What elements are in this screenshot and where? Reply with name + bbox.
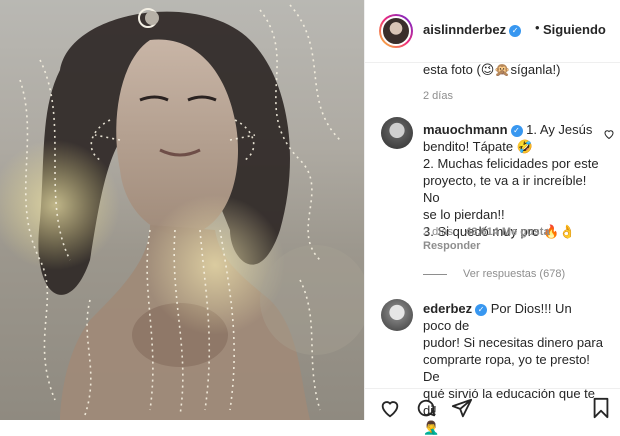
mauochmann-avatar[interactable] <box>381 117 413 149</box>
comment-line: bendito! Tápate 🤣 <box>423 139 533 154</box>
comment-line: 2. Muchas felicidades por este <box>423 156 599 171</box>
reply-button[interactable]: Responder <box>423 240 480 252</box>
author-username[interactable]: aislinnderbez <box>423 22 506 37</box>
mauochmann-username[interactable]: mauochmann <box>423 122 508 137</box>
header-separator: • <box>535 20 540 35</box>
comment-meta: 2 días 43.614 Me gusta <box>423 226 550 238</box>
comment-likes[interactable]: 43.614 Me gusta <box>465 226 549 238</box>
caption-age[interactable]: 2 días <box>423 90 453 102</box>
photo-illustration <box>0 4 364 420</box>
mauochmann-comment: mauochmann ✓ 1. Ay Jesús bendito! Tápate … <box>423 121 603 240</box>
view-replies-button[interactable]: Ver respuestas (678) <box>423 268 565 280</box>
comment-age[interactable]: 2 días <box>423 226 453 238</box>
following-button[interactable]: Siguiendo <box>543 22 606 37</box>
replies-line <box>423 273 447 275</box>
comment-line: pudor! Si necesitas dinero para <box>423 335 603 350</box>
heart-icon[interactable] <box>603 128 615 143</box>
caption-tail: esta foto (😉🙊síganla!) <box>423 62 561 77</box>
comment-line: proyecto, te va a ir increíble! No <box>423 173 587 205</box>
comment-line: 1. Ay Jesús <box>526 122 593 137</box>
post-photo[interactable] <box>0 0 364 420</box>
ederbez-avatar[interactable] <box>381 299 413 331</box>
verified-icon: ✓ <box>475 304 488 316</box>
post-header: aislinnderbez ✓ • Siguiendo <box>365 0 620 63</box>
ederbez-username[interactable]: ederbez <box>423 301 472 316</box>
view-replies-label[interactable]: Ver respuestas (678) <box>463 268 565 280</box>
comment-line: comprarte ropa, yo te presto! De <box>423 352 590 384</box>
comment-line: se lo pierdan!! <box>423 207 505 222</box>
author-username-wrap[interactable]: aislinnderbez ✓ <box>423 22 522 37</box>
comments-panel: aislinnderbez ✓ • Siguiendo esta foto (😉🙊… <box>365 0 620 435</box>
author-avatar[interactable] <box>379 14 413 48</box>
action-bar <box>365 388 620 421</box>
verified-icon: ✓ <box>510 125 523 137</box>
reply-label[interactable]: Responder <box>423 240 480 252</box>
verified-icon: ✓ <box>509 25 522 37</box>
